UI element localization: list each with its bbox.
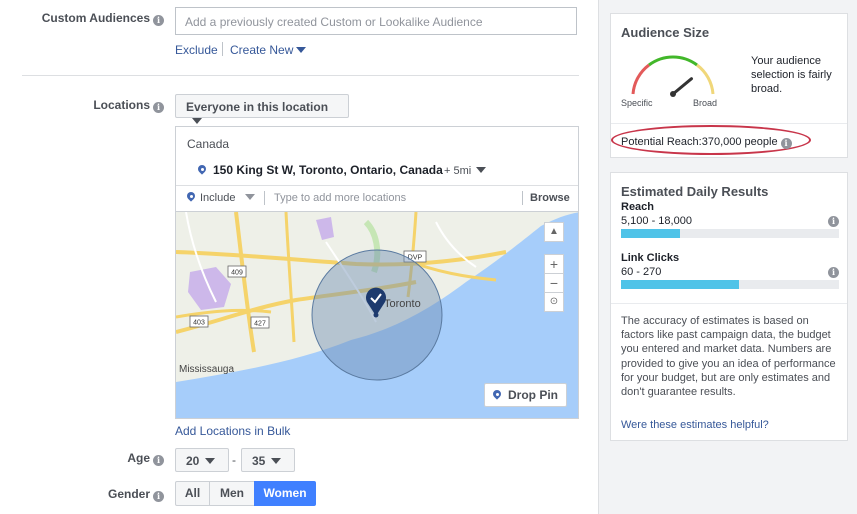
age-separator: - — [232, 453, 236, 467]
add-locations-bulk-link[interactable]: Add Locations in Bulk — [175, 424, 290, 438]
info-icon[interactable]: i — [828, 216, 839, 227]
highway-shield-409: 409 — [231, 270, 243, 277]
gauge-needle — [671, 77, 693, 96]
include-separator — [264, 191, 265, 205]
chevron-down-icon — [205, 458, 216, 464]
info-icon[interactable]: i — [828, 267, 839, 278]
browse-button[interactable]: Browse — [530, 192, 570, 204]
radius-dropdown[interactable]: + 5mi — [444, 165, 487, 177]
age-max-dropdown[interactable]: 35 — [241, 448, 295, 472]
create-new-dropdown[interactable]: Create New — [230, 43, 307, 57]
gauge-broad-label: Broad — [693, 98, 718, 108]
location-type-dropdown[interactable]: Everyone in this location — [175, 94, 349, 124]
locations-label: Locations i — [20, 98, 164, 113]
drop-pin-button[interactable]: Drop Pin — [484, 383, 567, 407]
daily-results-card: Estimated Daily Results Reach 5,100 - 18… — [610, 172, 848, 441]
link-clicks-bar — [621, 280, 839, 289]
location-pin-icon — [493, 390, 501, 400]
location-item[interactable]: 150 King St W, Toronto, Ontario, Canada — [198, 163, 443, 177]
link-clicks-range: 60 - 270 — [621, 266, 662, 278]
card-divider — [611, 123, 847, 124]
reach-bar-fill — [621, 229, 680, 238]
gender-men-button[interactable]: Men — [209, 481, 255, 506]
audience-size-card: Audience Size Specific Broad Your audien… — [610, 13, 848, 158]
potential-reach-text: Potential Reach:370,000 people i — [621, 136, 792, 149]
reach-label: Reach — [621, 201, 655, 213]
targeting-panel: Custom Audiences i Add a previously creat… — [0, 0, 598, 514]
chevron-down-icon — [192, 118, 202, 124]
info-icon[interactable]: i — [153, 455, 164, 466]
custom-audiences-label: Custom Audiences i — [20, 11, 164, 26]
gauge-specific-label: Specific — [621, 98, 653, 108]
highway-shield-427: 427 — [254, 321, 266, 328]
estimates-disclaimer: The accuracy of estimates is based on fa… — [621, 315, 836, 399]
info-icon[interactable]: i — [153, 15, 164, 26]
chevron-down-icon — [271, 458, 282, 464]
info-icon[interactable]: i — [780, 138, 792, 149]
chevron-down-icon — [296, 47, 307, 53]
location-pin-icon — [187, 192, 195, 202]
audience-description: Your audience selection is fairly broad. — [751, 55, 832, 95]
daily-results-title: Estimated Daily Results — [621, 184, 769, 199]
gender-women-button[interactable]: Women — [254, 481, 316, 506]
link-separator — [222, 42, 223, 56]
gender-label: Gender i — [20, 487, 164, 502]
location-pin-icon — [198, 165, 206, 175]
info-icon[interactable]: i — [153, 491, 164, 502]
add-location-input[interactable]: Type to add more locations — [274, 192, 514, 204]
chevron-down-icon — [476, 167, 487, 173]
location-map[interactable]: 409 403 427 DVP Toronto Mississauga ▲ + … — [175, 211, 579, 419]
audience-gauge-icon — [631, 55, 715, 97]
section-divider — [22, 75, 579, 76]
info-icon[interactable]: i — [153, 102, 164, 113]
estimates-helpful-link[interactable]: Were these estimates helpful? — [621, 419, 769, 431]
chevron-down-icon — [245, 194, 256, 200]
custom-audience-placeholder: Add a previously created Custom or Looka… — [185, 15, 483, 29]
link-clicks-bar-fill — [621, 280, 739, 289]
country-heading: Canada — [187, 137, 230, 151]
estimates-sidebar: Audience Size Specific Broad Your audien… — [598, 0, 857, 514]
browse-separator — [522, 191, 523, 205]
gender-all-button[interactable]: All — [175, 481, 210, 506]
card-divider — [611, 303, 847, 304]
include-dropdown[interactable]: Include — [187, 192, 256, 204]
locate-button[interactable]: ⊙ — [544, 292, 564, 312]
exclude-link[interactable]: Exclude — [175, 43, 218, 57]
reach-bar — [621, 229, 839, 238]
zoom-in-button[interactable]: + — [544, 254, 564, 274]
audience-size-title: Audience Size — [621, 25, 710, 40]
age-label: Age i — [20, 451, 164, 466]
fullscreen-button[interactable]: ▲ — [544, 222, 564, 242]
custom-audience-input[interactable]: Add a previously created Custom or Looka… — [175, 7, 577, 35]
location-divider — [176, 185, 578, 186]
link-clicks-label: Link Clicks — [621, 252, 680, 264]
age-min-dropdown[interactable]: 20 — [175, 448, 229, 472]
map-label-toronto: Toronto — [384, 298, 421, 310]
reach-range: 5,100 - 18,000 — [621, 215, 692, 227]
map-label-mississauga: Mississauga — [179, 364, 234, 375]
location-list: Canada 150 King St W, Toronto, Ontario, … — [175, 126, 579, 212]
zoom-out-button[interactable]: − — [544, 273, 564, 293]
highway-shield-403: 403 — [193, 320, 205, 327]
